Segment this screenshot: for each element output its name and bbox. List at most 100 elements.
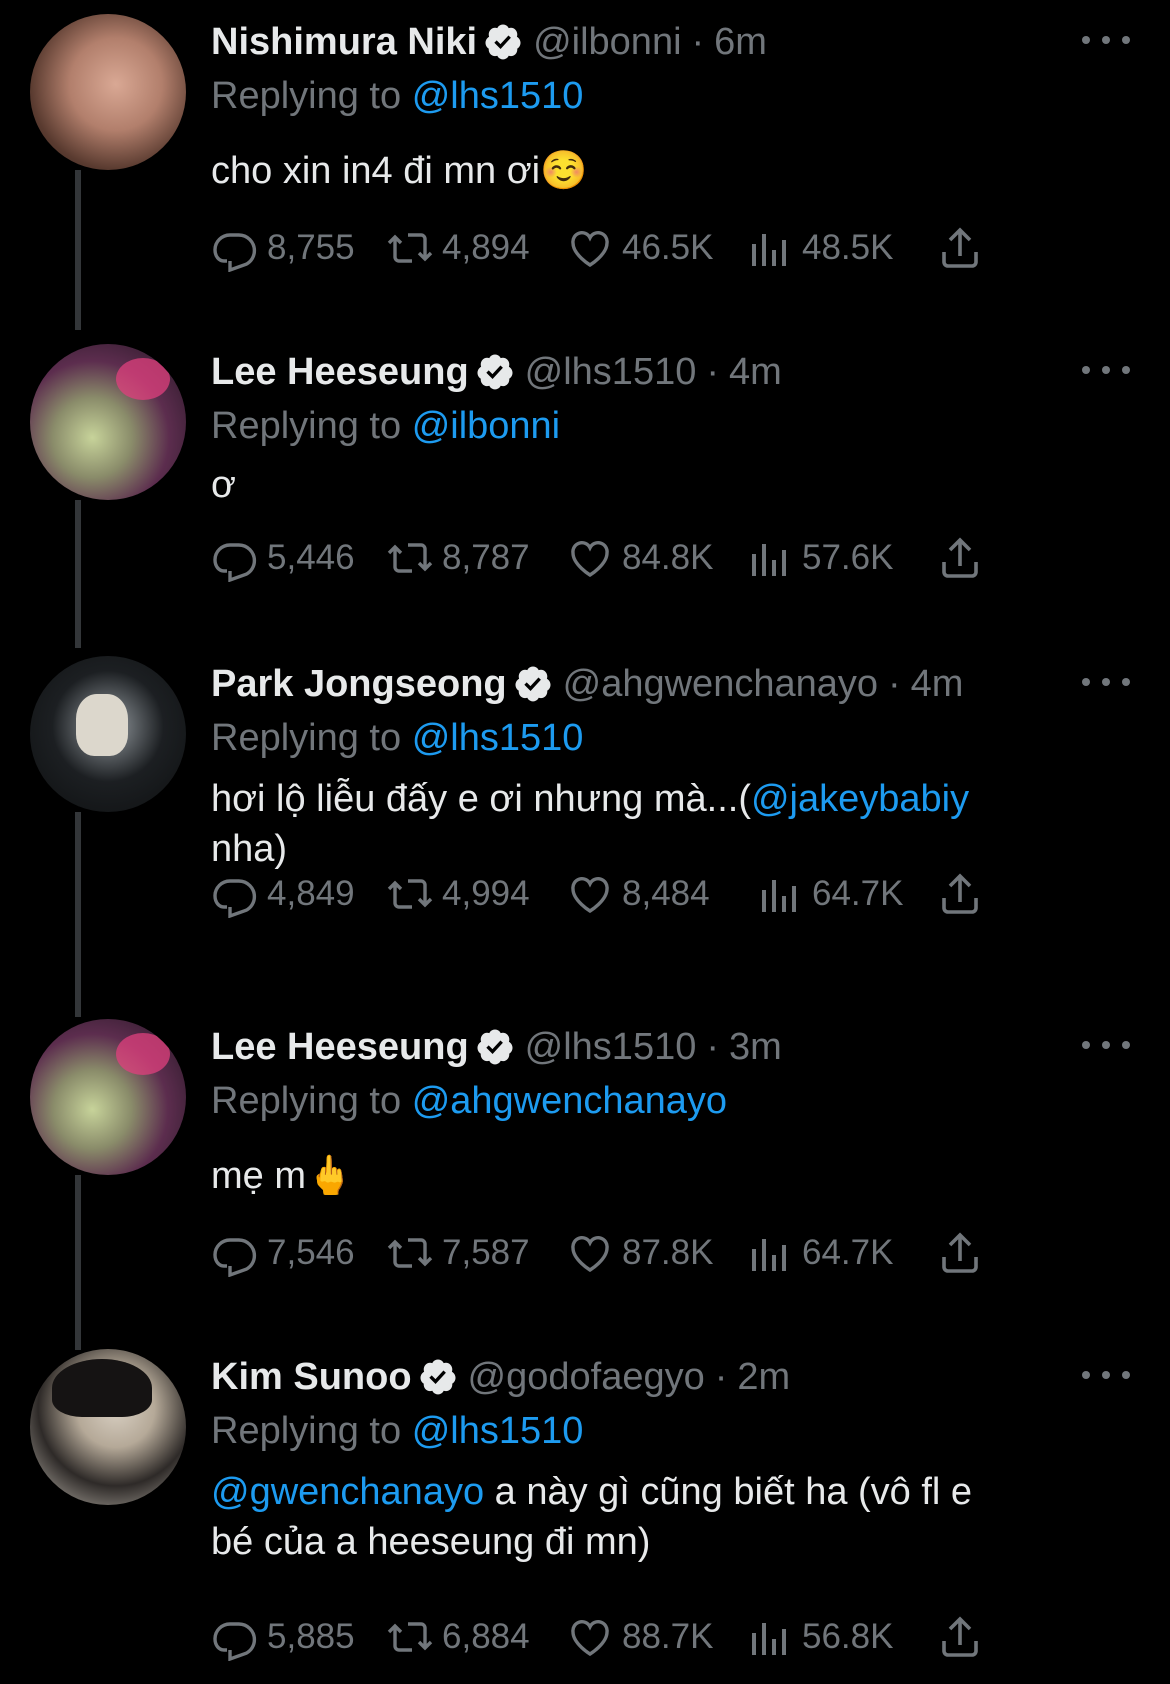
views-button[interactable]: 56.8K xyxy=(746,1613,936,1661)
thread-line xyxy=(75,1175,81,1350)
replying-to-link[interactable]: @lhs1510 xyxy=(412,717,584,759)
reply-count: 8,755 xyxy=(267,228,355,267)
share-button[interactable] xyxy=(936,1229,992,1277)
reply-button[interactable]: 5,446 xyxy=(211,534,386,582)
handle[interactable]: @lhs1510 xyxy=(525,351,697,394)
tweet-actions: 5,885 6,884 88.7K 56.8K xyxy=(211,1613,992,1661)
retweet-button[interactable]: 7,587 xyxy=(386,1229,566,1277)
avatar[interactable] xyxy=(30,1019,186,1175)
retweet-count: 4,894 xyxy=(442,228,530,267)
retweet-button[interactable]: 4,994 xyxy=(386,870,566,918)
replying-to-link[interactable]: @ahgwenchanayo xyxy=(412,1080,727,1122)
like-button[interactable]: 84.8K xyxy=(566,534,746,582)
retweet-button[interactable]: 8,787 xyxy=(386,534,566,582)
verified-badge-icon xyxy=(477,354,513,390)
tweet-text: hơi lộ liễu đấy e ơi nhưng mà...(@jakeyb… xyxy=(211,774,1130,874)
retweet-count: 7,587 xyxy=(442,1233,530,1272)
reply-button[interactable]: 5,885 xyxy=(211,1613,386,1661)
avatar[interactable] xyxy=(30,656,186,812)
replying-to-link[interactable]: @ilbonni xyxy=(412,405,560,447)
retweet-count: 6,884 xyxy=(442,1617,530,1656)
retweet-icon xyxy=(387,1238,433,1268)
timestamp[interactable]: 2m xyxy=(737,1356,790,1399)
like-icon xyxy=(571,877,609,913)
replying-label: Replying to xyxy=(211,405,402,447)
display-name[interactable]: Lee Heeseung xyxy=(211,1026,469,1069)
timestamp[interactable]: 4m xyxy=(729,351,782,394)
share-icon xyxy=(942,1616,978,1657)
handle[interactable]: @lhs1510 xyxy=(525,1026,697,1069)
views-button[interactable]: 64.7K xyxy=(746,1229,936,1277)
thread-line xyxy=(75,500,81,648)
views-button[interactable]: 48.5K xyxy=(746,224,936,272)
tweet-text-content: cho xin in4 đi mn ơi☺️ xyxy=(211,150,588,192)
reply-count: 5,446 xyxy=(267,538,355,577)
like-button[interactable]: 46.5K xyxy=(566,224,746,272)
handle[interactable]: @godofaegyo xyxy=(468,1356,705,1399)
reply-icon xyxy=(213,543,257,582)
display-name[interactable]: Kim Sunoo xyxy=(211,1356,412,1399)
views-icon xyxy=(752,544,786,576)
reply-count: 4,849 xyxy=(267,874,355,913)
views-icon xyxy=(752,234,786,266)
replying-label: Replying to xyxy=(211,1080,402,1122)
replying-to-link[interactable]: @lhs1510 xyxy=(412,1410,584,1452)
like-button[interactable]: 87.8K xyxy=(566,1229,746,1277)
more-options-icon[interactable] xyxy=(1082,662,1130,702)
like-button[interactable]: 88.7K xyxy=(566,1613,746,1661)
avatar[interactable] xyxy=(30,1349,186,1505)
retweet-button[interactable]: 4,894 xyxy=(386,224,566,272)
views-icon xyxy=(752,1239,786,1271)
display-name[interactable]: Lee Heeseung xyxy=(211,351,469,394)
avatar[interactable] xyxy=(30,14,186,170)
views-count: 56.8K xyxy=(802,1617,894,1656)
handle[interactable]: @ahgwenchanayo xyxy=(563,663,878,706)
views-button[interactable]: 57.6K xyxy=(746,534,936,582)
share-button[interactable] xyxy=(936,870,992,918)
more-options-icon[interactable] xyxy=(1082,1355,1130,1395)
handle[interactable]: @ilbonni xyxy=(533,21,681,64)
tweet-text: ơ xyxy=(211,460,1130,510)
verified-badge-icon xyxy=(420,1359,456,1395)
like-icon xyxy=(571,1236,609,1272)
share-button[interactable] xyxy=(936,1613,992,1661)
retweet-icon xyxy=(387,543,433,573)
share-button[interactable] xyxy=(936,534,992,582)
timestamp[interactable]: 3m xyxy=(729,1026,782,1069)
more-options-icon[interactable] xyxy=(1082,350,1130,390)
like-count: 84.8K xyxy=(622,538,714,577)
display-name[interactable]: Nishimura Niki xyxy=(211,21,477,64)
share-icon xyxy=(942,227,978,268)
tweet-actions: 8,755 4,894 46.5K 48.5K xyxy=(211,224,992,272)
more-options-icon[interactable] xyxy=(1082,20,1130,60)
retweet-button[interactable]: 6,884 xyxy=(386,1613,566,1661)
avatar[interactable] xyxy=(30,344,186,500)
display-name[interactable]: Park Jongseong xyxy=(211,663,507,706)
more-options-icon[interactable] xyxy=(1082,1025,1130,1065)
reply-icon xyxy=(213,233,257,272)
tweet-actions: 7,546 7,587 87.8K 64.7K xyxy=(211,1229,992,1277)
views-count: 48.5K xyxy=(802,228,894,267)
views-count: 64.7K xyxy=(802,1233,894,1272)
reply-button[interactable]: 4,849 xyxy=(211,870,386,918)
like-button[interactable]: 8,484 xyxy=(566,870,756,918)
mention-link[interactable]: @jakeybabiy xyxy=(751,778,969,820)
mention-link[interactable]: @gwenchanayo xyxy=(211,1471,484,1513)
replying-to-link[interactable]: @lhs1510 xyxy=(412,75,584,117)
like-icon xyxy=(571,541,609,577)
reply-button[interactable]: 7,546 xyxy=(211,1229,386,1277)
reply-icon xyxy=(213,1238,257,1277)
timestamp[interactable]: 4m xyxy=(911,663,964,706)
tweet-text: @gwenchanayo a này gì cũng biết ha (vô f… xyxy=(211,1467,1130,1567)
tweet-text-content: hơi lộ liễu đấy e ơi nhưng mà...( xyxy=(211,778,751,820)
reply-button[interactable]: 8,755 xyxy=(211,224,386,272)
tweet-header: Lee Heeseung @lhs1510 · 3m xyxy=(211,1025,782,1069)
timestamp[interactable]: 6m xyxy=(714,21,767,64)
replying-label: Replying to xyxy=(211,75,402,117)
share-button[interactable] xyxy=(936,224,992,272)
tweet-header: Nishimura Niki @ilbonni · 6m xyxy=(211,20,767,64)
views-button[interactable]: 64.7K xyxy=(756,870,936,918)
replying-to: Replying to @lhs1510 xyxy=(211,714,1130,762)
replying-to: Replying to @ahgwenchanayo xyxy=(211,1077,1130,1125)
views-icon xyxy=(762,880,796,912)
